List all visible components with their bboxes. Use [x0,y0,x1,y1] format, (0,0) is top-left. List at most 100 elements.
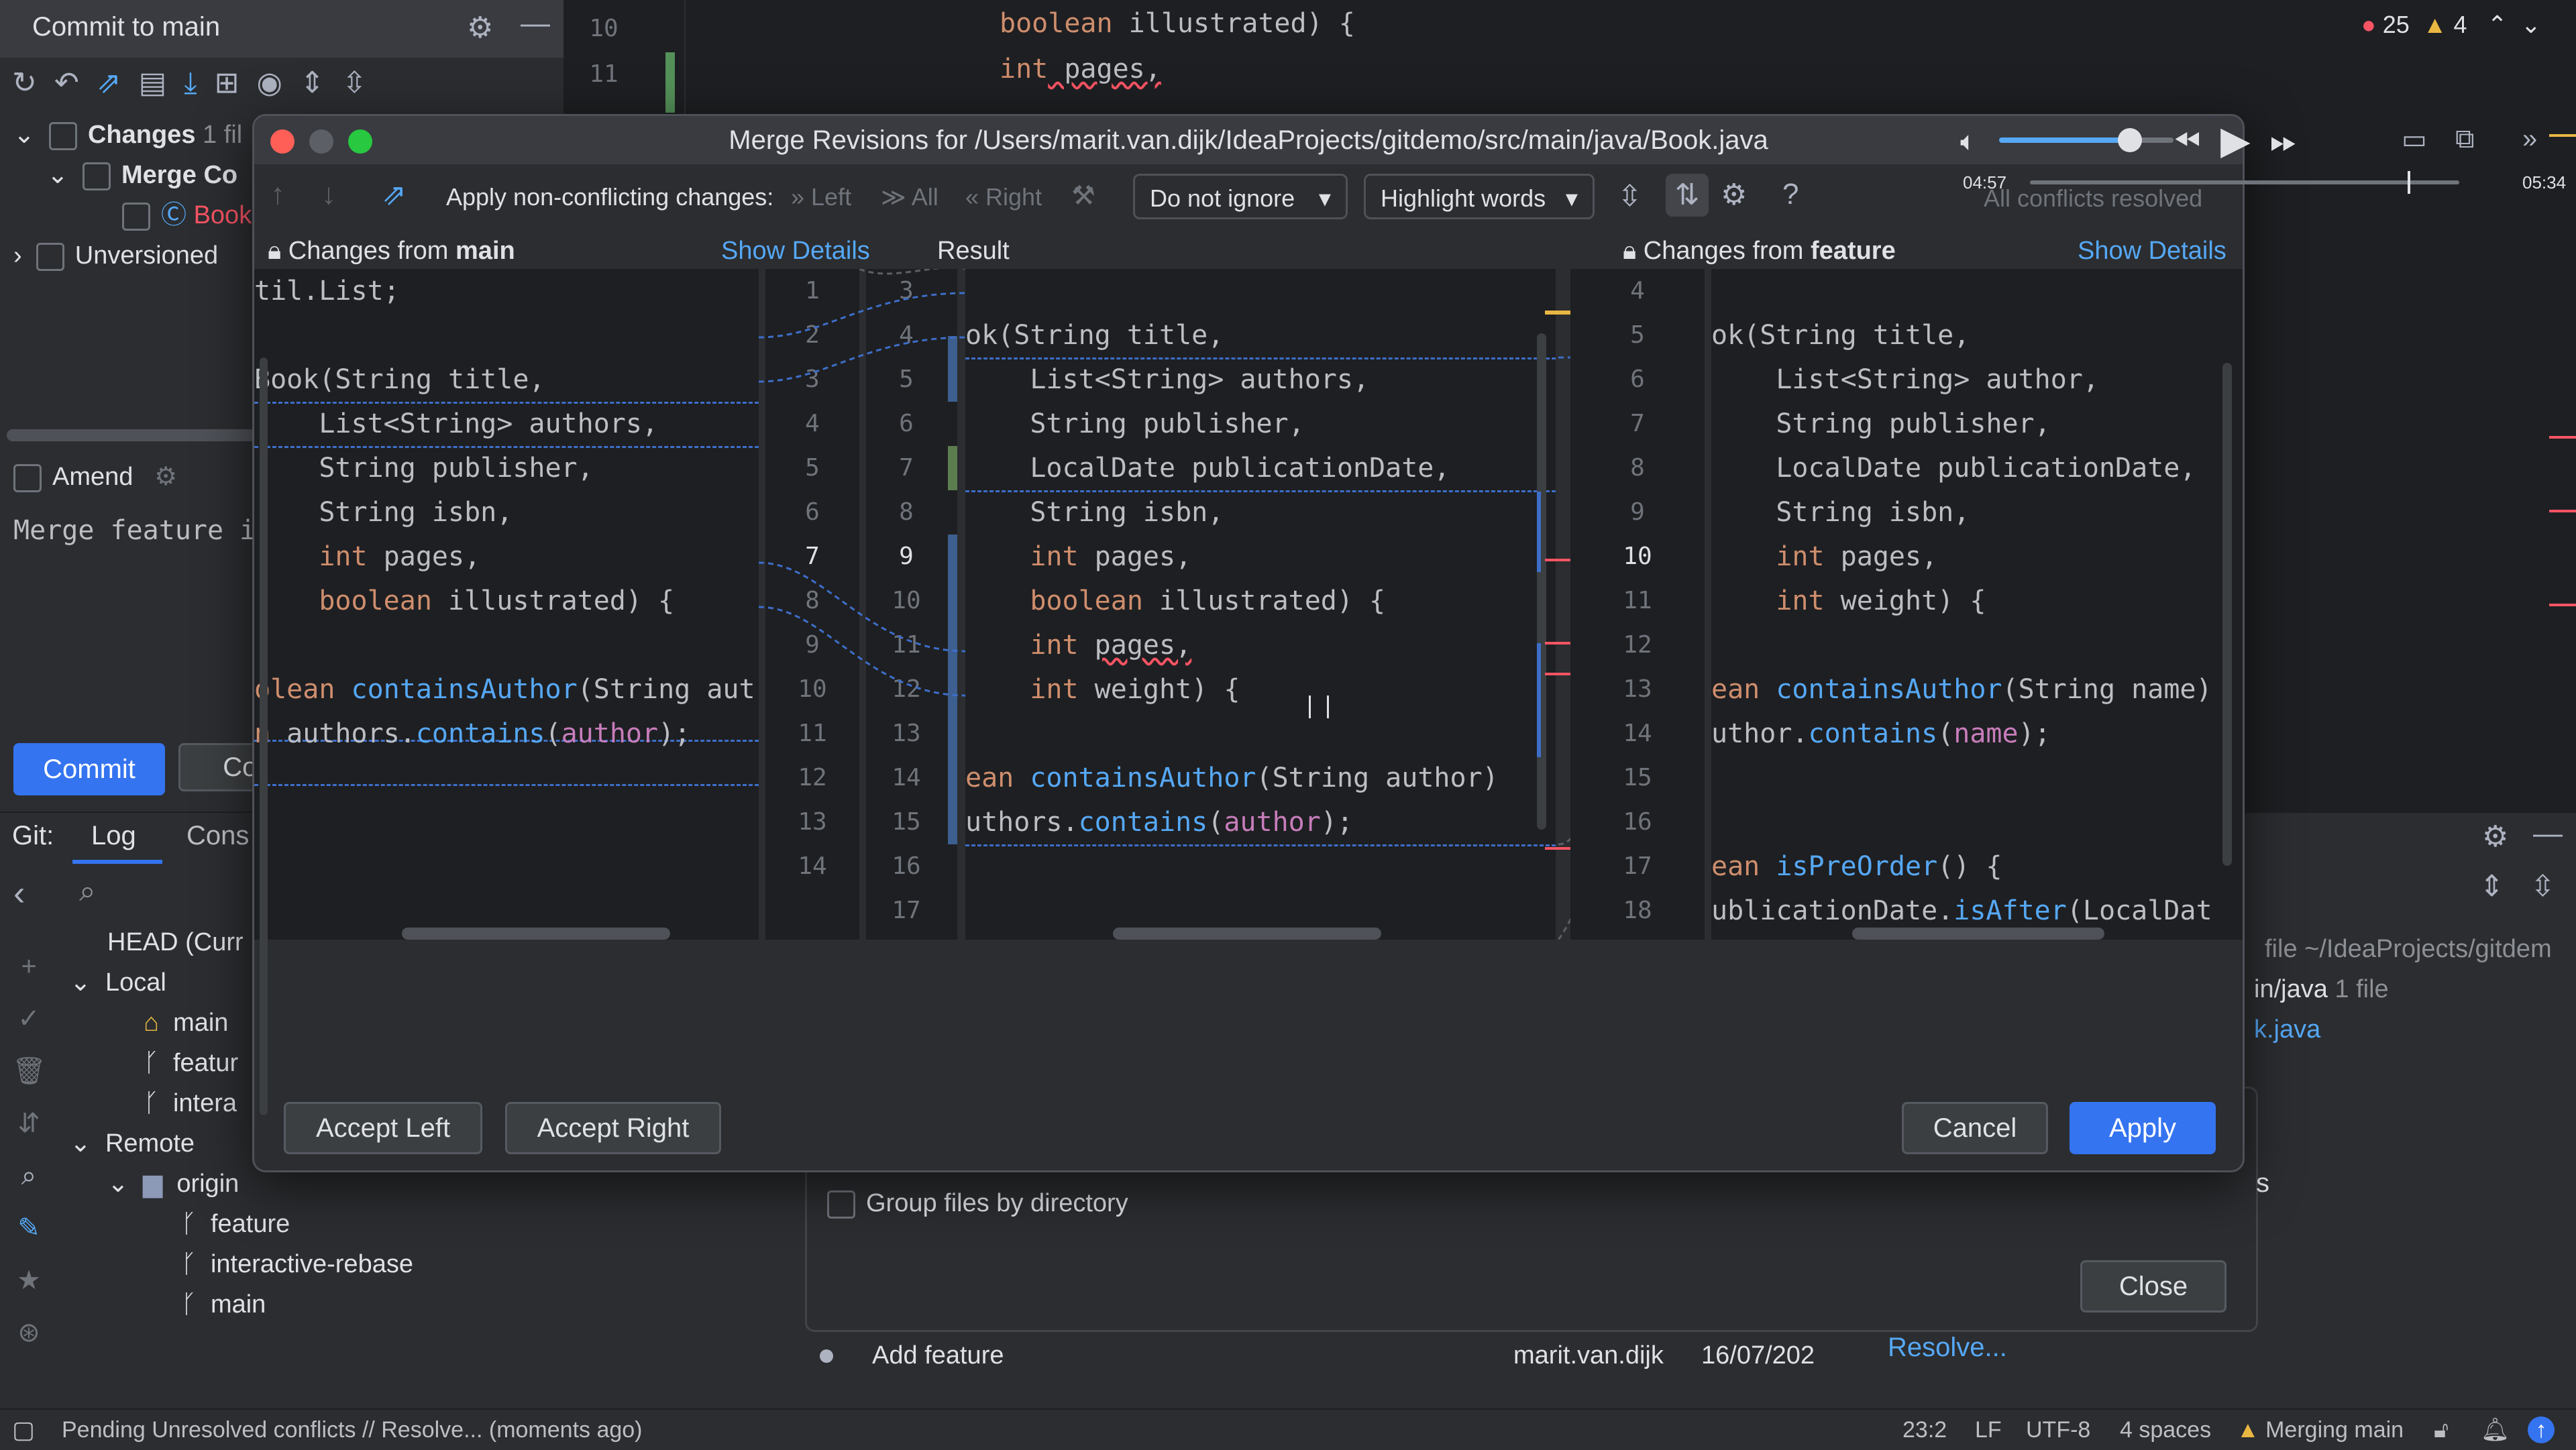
chevron-up-icon[interactable]: ⌃ [2487,11,2508,38]
branch-local-interactive[interactable]: ᚴ intera [144,1084,237,1123]
update-icon[interactable]: ⇵ [12,1097,46,1150]
collapse-all-icon[interactable]: ⇳ [342,66,384,99]
tree-node-merge-conflicts[interactable]: ⌄ Merge Co [47,156,237,194]
sync-scroll-icon[interactable]: ⇅ [1666,174,1709,217]
branch-group-origin[interactable]: ⌄ ▆ origin [107,1164,239,1203]
inspection-widget[interactable]: ● 25 ▲ 4 ⌃ ⌄ [2361,11,2541,39]
checkbox[interactable] [36,242,64,271]
ignore-whitespace-select[interactable]: Do not ignore ▾ [1133,174,1348,219]
log-commit-message[interactable]: Add feature [872,1336,1004,1375]
line-separator[interactable]: LF [1975,1410,2002,1450]
status-message[interactable]: Pending Unresolved conflicts // Resolve.… [62,1410,643,1450]
branch-local-feature[interactable]: ᚴ featur [144,1044,238,1082]
gear-icon[interactable]: ⚙ [1721,178,1747,212]
apply-left-button[interactable]: » Left [791,183,851,211]
more-icon[interactable]: » [2522,124,2537,154]
fast-forward-icon[interactable]: ⏩︎ [2270,121,2297,161]
apply-all-button[interactable]: ≫ All [881,183,938,211]
update-icon[interactable]: ↑ [2528,1416,2555,1443]
search-icon[interactable]: ⌕ [12,1150,46,1202]
left-horizontal-scrollbar[interactable] [402,928,670,940]
details-path[interactable]: in/java 1 file [2254,970,2389,1009]
highlight-words-select[interactable]: Highlight words ▾ [1364,174,1595,219]
group-icon[interactable]: ⊞ [215,66,257,99]
tab-log[interactable]: Log [91,821,136,851]
close-button[interactable]: Close [2080,1260,2226,1313]
result-horizontal-scrollbar[interactable] [1113,928,1381,940]
group-by-directory-checkbox[interactable] [827,1190,855,1219]
checkbox[interactable] [82,162,111,190]
arrow-down-icon[interactable]: ↓ [321,178,336,211]
tab-console[interactable]: Cons [186,821,249,851]
branch-remote-interactive-rebase[interactable]: ᚴ interactive-rebase [181,1245,413,1284]
branch-remote-feature[interactable]: ᚴ feature [181,1205,290,1243]
star-icon[interactable]: ★ [12,1254,46,1306]
branch-local-main[interactable]: ⌂ main [144,1003,228,1042]
branch-group-remote[interactable]: ⌄ Remote [70,1124,195,1163]
vcs-status[interactable]: ▲ Merging main [2237,1410,2404,1450]
right-show-details-link[interactable]: Show Details [2078,231,2226,270]
right-editor-pane[interactable]: ok(String title, List<String> author, St… [1711,269,2243,940]
apply-magic-icon[interactable]: ⇗ [382,178,407,212]
checkbox[interactable] [122,202,150,231]
shelve-icon[interactable]: ⤓ [184,66,214,99]
video-progress[interactable] [2030,171,2459,194]
commit-message-input[interactable]: Merge feature i [13,515,256,546]
tree-node-changes[interactable]: ⌄ Changes 1 fil [13,115,242,154]
cancel-button[interactable]: Cancel [1902,1102,2048,1154]
branch-remote-main[interactable]: ᚴ main [181,1285,266,1324]
minimize-icon[interactable]: — [2533,817,2563,850]
tree-node-book-file[interactable]: Ⓒ Book [122,196,252,235]
settings-icon[interactable]: ⊛ [12,1306,46,1359]
notifications-icon[interactable]: 🔔︎ [2481,1410,2510,1450]
indent-setting[interactable]: 4 spaces [2120,1410,2211,1450]
expand-all-icon[interactable]: ⇕ [300,66,342,99]
panel-toggle-icon[interactable]: ▢ [12,1410,35,1450]
chevron-down-icon[interactable]: ⌄ [2521,11,2541,38]
file-encoding[interactable]: UTF-8 [2026,1410,2090,1450]
refresh-icon[interactable]: ↻ [12,66,54,99]
diff-icon[interactable]: ▤ [139,66,184,99]
expand-all-icon[interactable]: ⇕ [2479,869,2504,903]
details-file[interactable]: k.java [2254,1010,2320,1049]
gear-icon[interactable]: ⚙ [467,11,493,45]
picture-in-picture-icon[interactable]: ⧉ [2455,124,2475,154]
group-by-directory-option[interactable]: Group files by directory [827,1184,1128,1223]
delete-icon[interactable]: 🗑 [12,1045,46,1097]
edit-icon[interactable]: ✎ [12,1202,46,1254]
branch-group-local[interactable]: ⌄ Local [70,963,166,1002]
collapse-all-icon[interactable]: ⇳ [2530,869,2555,903]
eye-icon[interactable]: ◉ [257,66,300,99]
left-show-details-link[interactable]: Show Details [721,231,870,270]
tree-node-unversioned[interactable]: › Unversioned [13,236,218,275]
volume-icon[interactable]: 🔈︎ [1960,127,1976,157]
accept-left-button[interactable]: Accept Left [284,1102,482,1154]
result-editor-pane[interactable]: ok(String title, List<String> authors, S… [965,269,1556,940]
resolve-link[interactable]: Resolve... [1888,1328,2007,1367]
branch-head[interactable]: HEAD (Curr [107,923,244,962]
amend-checkbox[interactable] [13,463,42,492]
apply-right-button[interactable]: « Right [965,183,1042,211]
checkbox[interactable] [48,121,77,150]
search-icon[interactable]: ⌕ [79,875,96,908]
right-horizontal-scrollbar[interactable] [1852,928,2104,940]
volume-slider[interactable] [1999,128,2174,152]
tree-scrollbar[interactable] [7,429,262,441]
add-icon[interactable]: + [12,940,46,993]
arrow-up-icon[interactable]: ↑ [270,178,285,211]
collapse-unchanged-icon[interactable]: ⇳ [1617,179,1642,213]
rewind-icon[interactable]: ⏪︎ [2174,121,2200,161]
rollback-icon[interactable]: ↶ [54,66,97,99]
merge-icon[interactable]: ⇗ [97,66,139,99]
play-icon[interactable]: ▶ [2220,117,2251,163]
commit-button[interactable]: Commit [13,743,165,795]
gear-icon[interactable]: ⚙ [2482,820,2508,854]
accept-right-button[interactable]: Accept Right [505,1102,721,1154]
left-editor-pane[interactable]: til.List; Book(String title, List<String>… [254,269,759,940]
amend-option[interactable]: Amend ⚙ [13,457,177,496]
right-vertical-scrollbar[interactable] [2222,363,2232,866]
magic-wand-icon[interactable]: ⚒ [1071,180,1095,211]
caret-position[interactable]: 23:2 [1902,1410,1947,1450]
airplay-icon[interactable]: ▭ [2402,124,2427,155]
help-icon[interactable]: ? [1782,178,1799,211]
